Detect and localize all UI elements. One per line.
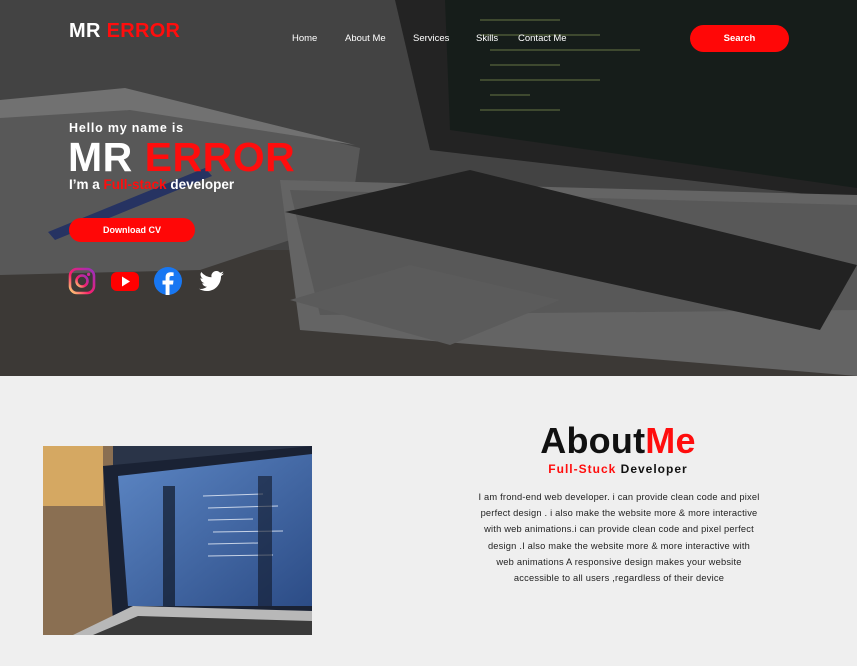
download-cv-button[interactable]: Download CV — [69, 218, 195, 242]
facebook-icon[interactable] — [153, 266, 183, 296]
site-logo[interactable]: MR ERROR — [69, 20, 180, 43]
hero-section: MR ERROR Home About Me Services Skills C… — [0, 0, 857, 376]
nav-services[interactable]: Services — [413, 33, 476, 44]
logo-text-main: MR — [69, 20, 101, 42]
hero-name-main: MR — [68, 134, 133, 180]
social-links — [67, 266, 226, 296]
twitter-icon[interactable] — [196, 266, 226, 296]
nav-about-me[interactable]: About Me — [345, 33, 413, 44]
about-title-accent: Me — [645, 420, 696, 461]
about-subtitle-rest: Developer — [620, 462, 688, 476]
about-subtitle-highlight: Full-Stuck — [548, 462, 617, 476]
search-button[interactable]: Search — [690, 25, 789, 52]
nav-skills[interactable]: Skills — [476, 33, 518, 44]
tagline-prefix: I’m a — [69, 177, 100, 192]
logo-text-accent: ERROR — [106, 20, 181, 42]
hero-tagline: I’m a Full-stack developer — [69, 177, 234, 192]
hero-name: MR ERROR — [68, 134, 295, 180]
about-image — [43, 446, 312, 635]
hero-greeting: Hello my name is — [69, 121, 184, 135]
about-description: I am frond-end web developer. i can prov… — [478, 492, 760, 584]
tagline-suffix: developer — [170, 177, 235, 192]
tagline-highlight: Full-stack — [103, 177, 167, 192]
nav-home[interactable]: Home — [292, 33, 345, 44]
about-title-main: About — [540, 420, 646, 461]
hero-name-accent: ERROR — [144, 134, 296, 180]
nav-contact-me[interactable]: Contact Me — [518, 33, 578, 44]
about-section: AboutMe Full-Stuck Developer I am frond-… — [0, 376, 857, 666]
youtube-icon[interactable] — [110, 266, 140, 296]
about-subtitle: Full-Stuck Developer — [470, 462, 766, 476]
about-title: AboutMe — [470, 420, 766, 462]
instagram-icon[interactable] — [67, 266, 97, 296]
main-nav: Home About Me Services Skills Contact Me — [292, 33, 578, 44]
